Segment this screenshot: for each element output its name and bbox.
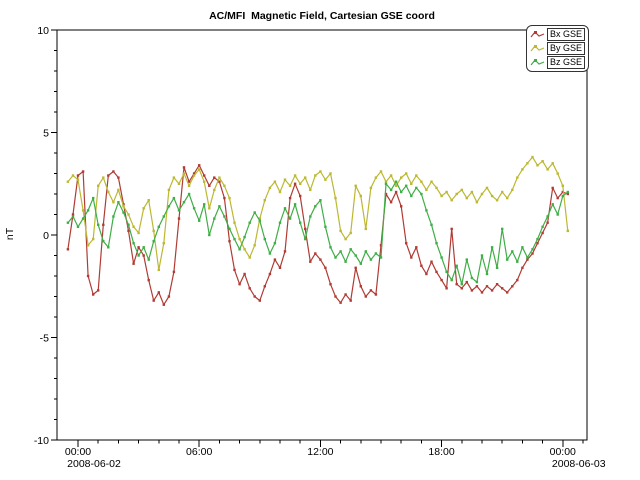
svg-text:-10: -10	[34, 435, 49, 447]
series-bz-gse	[67, 181, 569, 286]
svg-text:2008-06-03: 2008-06-03	[552, 458, 606, 470]
legend-entry-bx[interactable]: Bx GSE	[530, 28, 585, 41]
chart-title: AC/MFI Magnetic Field, Cartesian GSE coo…	[57, 10, 587, 22]
legend-label-by: By GSE	[547, 42, 585, 55]
bz-series-swatch-icon	[530, 58, 545, 67]
chart-canvas: 1050-5-1000:002008-06-0206:0012:0018:000…	[0, 0, 640, 480]
svg-text:12:00: 12:00	[307, 446, 333, 458]
legend-label-bx: Bx GSE	[547, 28, 585, 41]
y-axis-label: nT	[4, 228, 16, 240]
svg-text:5: 5	[43, 128, 49, 140]
x-axis-ticks: 00:002008-06-0206:0012:0018:0000:002008-…	[65, 440, 606, 470]
legend-entry-by[interactable]: By GSE	[530, 42, 585, 55]
svg-text:10: 10	[37, 25, 49, 37]
by-series-swatch-icon	[530, 44, 545, 53]
svg-text:0: 0	[43, 230, 49, 242]
svg-text:-5: -5	[40, 333, 49, 345]
svg-text:2008-06-02: 2008-06-02	[67, 458, 121, 470]
axes-frame	[57, 30, 587, 440]
plot-area[interactable]: 1050-5-1000:002008-06-0206:0012:0018:000…	[0, 0, 640, 480]
y-axis-ticks: 10 5 0 -5 -10	[34, 25, 57, 447]
series-bx-gse	[67, 164, 569, 306]
svg-text:00:00: 00:00	[65, 446, 91, 458]
svg-text:06:00: 06:00	[186, 446, 212, 458]
svg-text:00:00: 00:00	[550, 446, 576, 458]
svg-text:18:00: 18:00	[428, 446, 454, 458]
bx-series-swatch-icon	[530, 30, 545, 39]
legend-entry-bz[interactable]: Bz GSE	[530, 56, 585, 69]
legend: Bx GSE By GSE Bz GSE	[526, 25, 589, 72]
legend-label-bz: Bz GSE	[547, 56, 585, 69]
